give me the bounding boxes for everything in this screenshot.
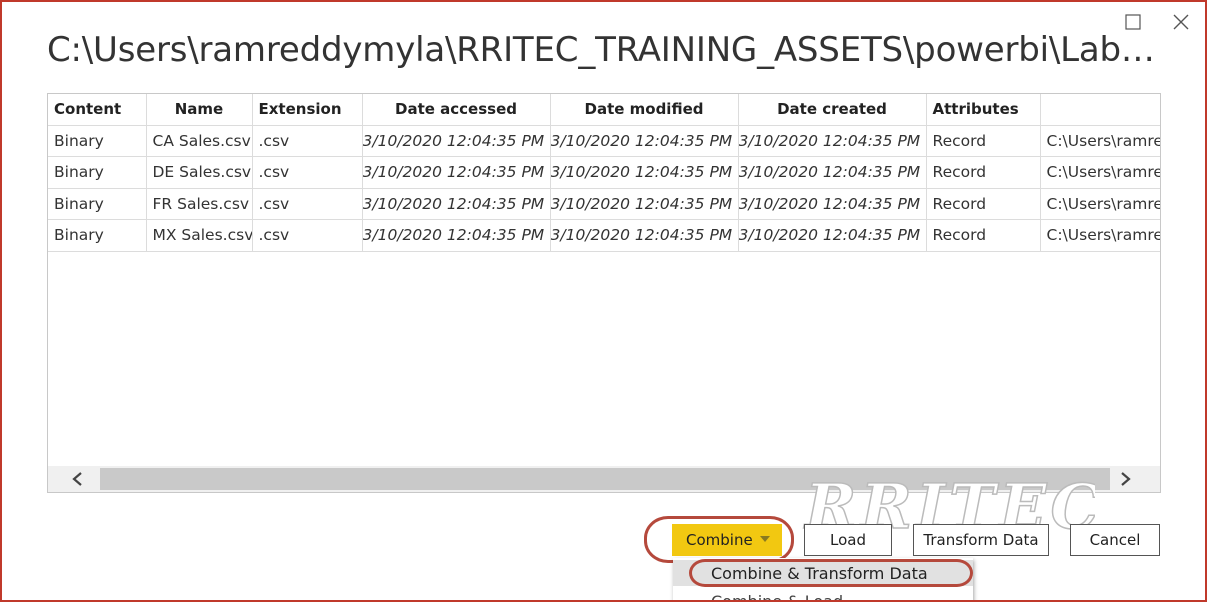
maximize-icon bbox=[1125, 14, 1141, 30]
cell-extension[interactable]: .csv bbox=[252, 125, 363, 157]
cell-content[interactable]: Binary bbox=[48, 125, 147, 157]
load-button[interactable]: Load bbox=[804, 524, 892, 556]
cell-date-modified[interactable]: 3/10/2020 12:04:35 PM bbox=[550, 219, 739, 252]
cell-date-accessed[interactable]: 3/10/2020 12:04:35 PM bbox=[362, 156, 551, 189]
col-header-date-created[interactable]: Date created bbox=[738, 94, 927, 126]
table-row[interactable]: Binary MX Sales.csv .csv 3/10/2020 12:04… bbox=[48, 219, 1160, 252]
cell-content[interactable]: Binary bbox=[48, 156, 147, 189]
cell-date-created[interactable]: 3/10/2020 12:04:35 PM bbox=[738, 125, 927, 157]
cell-folder-path[interactable]: C:\Users\ramre bbox=[1040, 219, 1160, 252]
menu-item-combine-load[interactable]: Combine & Load bbox=[673, 588, 973, 602]
col-header-folder-path[interactable] bbox=[1040, 94, 1160, 126]
cell-folder-path[interactable]: C:\Users\ramre bbox=[1040, 156, 1160, 189]
cell-date-modified[interactable]: 3/10/2020 12:04:35 PM bbox=[550, 188, 739, 220]
table-row[interactable]: Binary FR Sales.csv .csv 3/10/2020 12:04… bbox=[48, 188, 1160, 220]
table-row[interactable]: Binary CA Sales.csv .csv 3/10/2020 12:04… bbox=[48, 125, 1160, 157]
cell-date-accessed[interactable]: 3/10/2020 12:04:35 PM bbox=[362, 219, 551, 252]
cell-attributes[interactable]: Record bbox=[926, 219, 1041, 252]
cell-name[interactable]: FR Sales.csv bbox=[146, 188, 253, 220]
cell-date-created[interactable]: 3/10/2020 12:04:35 PM bbox=[738, 156, 927, 189]
scroll-right-icon bbox=[1121, 472, 1131, 486]
menu-item-combine-transform[interactable]: Combine & Transform Data bbox=[673, 560, 973, 586]
cell-date-modified[interactable]: 3/10/2020 12:04:35 PM bbox=[550, 125, 739, 157]
cell-extension[interactable]: .csv bbox=[252, 156, 363, 189]
cell-name[interactable]: DE Sales.csv bbox=[146, 156, 253, 189]
cell-extension[interactable]: .csv bbox=[252, 188, 363, 220]
cell-content[interactable]: Binary bbox=[48, 188, 147, 220]
cell-attributes[interactable]: Record bbox=[926, 188, 1041, 220]
close-button[interactable] bbox=[1166, 8, 1196, 36]
col-header-date-accessed[interactable]: Date accessed bbox=[362, 94, 551, 126]
cell-date-modified[interactable]: 3/10/2020 12:04:35 PM bbox=[550, 156, 739, 189]
dialog-title: C:\Users\ramreddymyla\RRITEC_TRAINING_AS… bbox=[47, 30, 1162, 70]
table-header-row: Content Name Extension Date accessed Dat… bbox=[48, 94, 1160, 126]
close-icon bbox=[1173, 14, 1189, 30]
cell-content[interactable]: Binary bbox=[48, 219, 147, 252]
col-header-name[interactable]: Name bbox=[146, 94, 253, 126]
col-header-content[interactable]: Content bbox=[48, 94, 147, 126]
col-header-extension[interactable]: Extension bbox=[252, 94, 363, 126]
cell-name[interactable]: MX Sales.csv bbox=[146, 219, 253, 252]
scroll-left-icon bbox=[72, 472, 82, 486]
cell-attributes[interactable]: Record bbox=[926, 125, 1041, 157]
cell-folder-path[interactable]: C:\Users\ramre bbox=[1040, 188, 1160, 220]
col-header-attributes[interactable]: Attributes bbox=[926, 94, 1041, 126]
scroll-right-button[interactable] bbox=[1110, 466, 1140, 492]
scroll-left-button[interactable] bbox=[63, 466, 93, 492]
cell-name[interactable]: CA Sales.csv bbox=[146, 125, 253, 157]
dropdown-caret-icon bbox=[760, 536, 770, 542]
combine-button-label: Combine bbox=[686, 531, 753, 549]
cell-extension[interactable]: .csv bbox=[252, 219, 363, 252]
cell-date-created[interactable]: 3/10/2020 12:04:35 PM bbox=[738, 219, 927, 252]
combine-button[interactable]: Combine bbox=[672, 524, 782, 556]
cancel-button[interactable]: Cancel bbox=[1070, 524, 1160, 556]
table-row[interactable]: Binary DE Sales.csv .csv 3/10/2020 12:04… bbox=[48, 156, 1160, 189]
file-table: Content Name Extension Date accessed Dat… bbox=[47, 93, 1161, 493]
cell-attributes[interactable]: Record bbox=[926, 156, 1041, 189]
col-header-date-modified[interactable]: Date modified bbox=[550, 94, 739, 126]
combine-dropdown-menu: Combine & Transform Data Combine & Load bbox=[673, 558, 973, 602]
cell-date-created[interactable]: 3/10/2020 12:04:35 PM bbox=[738, 188, 927, 220]
cell-date-accessed[interactable]: 3/10/2020 12:04:35 PM bbox=[362, 125, 551, 157]
transform-data-button[interactable]: Transform Data bbox=[913, 524, 1049, 556]
cell-date-accessed[interactable]: 3/10/2020 12:04:35 PM bbox=[362, 188, 551, 220]
cell-folder-path[interactable]: C:\Users\ramre bbox=[1040, 125, 1160, 157]
